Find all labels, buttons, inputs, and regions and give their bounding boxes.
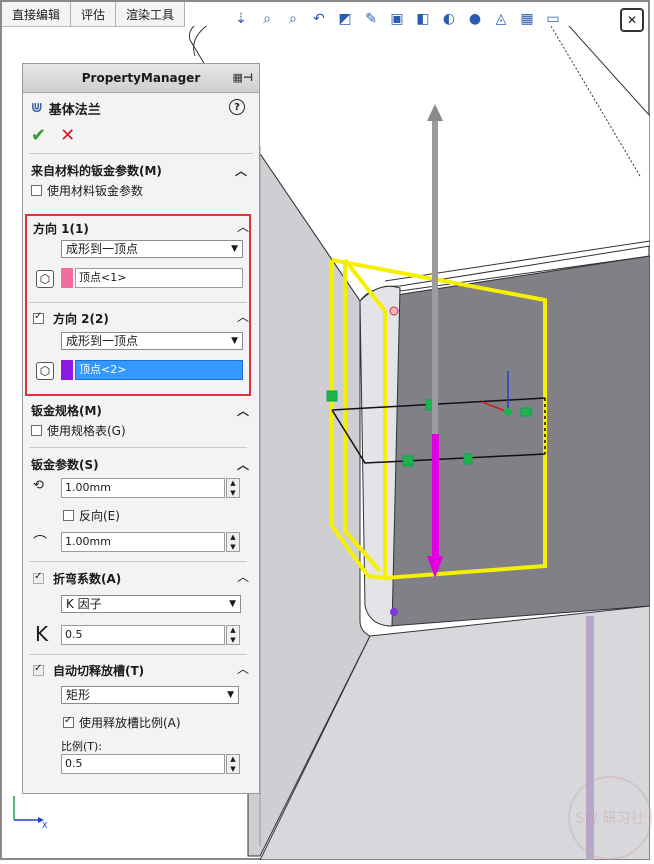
sheet-metal-gauge-group[interactable]: 钣金规格(M) ︿ xyxy=(23,400,261,420)
ok-button[interactable]: ✔ xyxy=(31,125,46,146)
use-relief-ratio-row[interactable]: 使用释放槽比例(A) xyxy=(55,712,181,732)
group-title: 来自材料的钣金参数(M) xyxy=(31,163,162,178)
direction-2-end-condition-select[interactable]: 成形到一顶点 ▼ xyxy=(61,332,243,350)
divider xyxy=(29,153,253,154)
direction-2-title-row[interactable]: 方向 2(2) xyxy=(33,310,109,327)
chevron-up-icon[interactable]: ︿ xyxy=(235,162,247,179)
bend-radius-spinner[interactable]: ▲ ▼ xyxy=(226,532,240,552)
direction-1-vertex-field[interactable]: 顶点<1> xyxy=(75,268,243,288)
use-gauge-table-checkbox[interactable] xyxy=(31,424,42,436)
bend-radius-input[interactable]: 1.00mm xyxy=(61,532,225,552)
chevron-up-icon[interactable]: ︿ xyxy=(237,308,249,325)
material-params-group[interactable]: 来自材料的钣金参数(M) ︿ xyxy=(23,160,259,180)
auto-relief-group[interactable]: 自动切释放槽(T) xyxy=(33,662,253,679)
pin-icon[interactable]: ▦⊣ xyxy=(233,71,253,84)
help-icon[interactable]: ? xyxy=(229,99,245,115)
dropdown-arrow-icon: ▼ xyxy=(227,690,234,700)
thickness-spinner[interactable]: ▲ ▼ xyxy=(226,478,240,498)
bend-allowance-type-select[interactable]: K 因子 ▼ xyxy=(61,595,241,613)
use-relief-ratio-checkbox[interactable] xyxy=(63,715,74,728)
watermark-logo: SW 研习社 xyxy=(568,776,652,860)
chevron-up-icon[interactable]: ︿ xyxy=(237,568,249,585)
command-manager-tabs: 直接编辑 评估 渲染工具 xyxy=(2,2,186,27)
tab-evaluate[interactable]: 评估 xyxy=(71,2,117,26)
use-gauge-table-row[interactable]: 使用规格表(G) xyxy=(23,420,126,440)
direction-1-color-swatch xyxy=(61,268,73,288)
chevron-up-icon[interactable]: ︿ xyxy=(237,402,249,419)
reverse-direction-checkbox[interactable] xyxy=(63,509,74,521)
k-factor-spinner[interactable]: ▲ ▼ xyxy=(226,625,240,645)
direction-2-color-swatch xyxy=(61,360,73,380)
property-manager-panel: PropertyManager ▦⊣ ⋓ 基体法兰 ? ✔ ✕ 来自材料的钣金参… xyxy=(22,63,260,794)
bend-radius-icon: ⌒ xyxy=(33,535,47,551)
chevron-up-icon[interactable]: ︿ xyxy=(237,456,249,473)
base-flange-icon: ⋓ xyxy=(31,100,43,116)
relief-ratio-spinner[interactable]: ▲ ▼ xyxy=(226,754,240,774)
vertex-1-marker xyxy=(389,306,399,316)
use-material-params-checkbox[interactable] xyxy=(31,184,42,196)
thickness-input[interactable]: 1.00mm xyxy=(61,478,225,498)
sheet-metal-params-group[interactable]: 钣金参数(S) ︿ xyxy=(23,454,261,474)
k-factor-icon: K xyxy=(35,622,49,646)
dropdown-arrow-icon: ▼ xyxy=(231,336,238,346)
feature-title-row: ⋓ 基体法兰 ? xyxy=(23,93,259,123)
direction-1-title[interactable]: 方向 1(1) xyxy=(33,220,89,237)
vertex-icon: ⬡ xyxy=(36,270,54,288)
use-material-params-row[interactable]: 使用材料钣金参数 xyxy=(23,180,259,200)
dropdown-arrow-icon: ▼ xyxy=(231,244,238,254)
property-manager-header: PropertyManager ▦⊣ xyxy=(23,64,259,93)
chevron-up-icon[interactable]: ︿ xyxy=(237,660,249,677)
cancel-button[interactable]: ✕ xyxy=(60,125,75,146)
direction-2-checkbox[interactable] xyxy=(33,311,44,324)
relief-type-select[interactable]: 矩形 ▼ xyxy=(61,686,239,704)
vertex-icon: ⬡ xyxy=(36,362,54,380)
ratio-label: 比例(T): xyxy=(61,740,103,753)
x-axis-label: X xyxy=(42,821,48,830)
ok-cancel-row: ✔ ✕ xyxy=(23,123,259,147)
k-factor-input[interactable]: 0.5 xyxy=(61,625,225,645)
tab-direct-edit[interactable]: 直接编辑 xyxy=(2,2,72,26)
thickness-icon: ⟲ xyxy=(33,478,44,493)
auto-relief-checkbox xyxy=(33,663,44,676)
tab-render-tools[interactable]: 渲染工具 xyxy=(116,2,186,26)
direction-2-vertex-field[interactable]: 顶点<2> xyxy=(75,360,243,380)
checkbox-label: 使用材料钣金参数 xyxy=(47,183,144,198)
chevron-up-icon[interactable]: ︿ xyxy=(237,218,249,235)
direction-1-end-condition-select[interactable]: 成形到一顶点 ▼ xyxy=(61,240,243,258)
divider xyxy=(29,447,247,448)
relief-ratio-input[interactable]: 0.5 xyxy=(61,754,225,774)
coordinate-axis-icon: X xyxy=(13,796,48,830)
feature-title: 基体法兰 xyxy=(48,102,101,118)
vertex-2-marker xyxy=(390,608,398,616)
property-manager-label: PropertyManager xyxy=(81,71,201,85)
dropdown-arrow-icon: ▼ xyxy=(229,599,236,609)
bend-allowance-checkbox xyxy=(33,571,44,584)
divider xyxy=(29,561,247,562)
reverse-direction-row[interactable]: 反向(E) xyxy=(55,505,120,525)
bend-allowance-group[interactable]: 折弯系数(A) xyxy=(33,570,253,587)
divider xyxy=(29,654,247,655)
divider xyxy=(29,302,247,303)
